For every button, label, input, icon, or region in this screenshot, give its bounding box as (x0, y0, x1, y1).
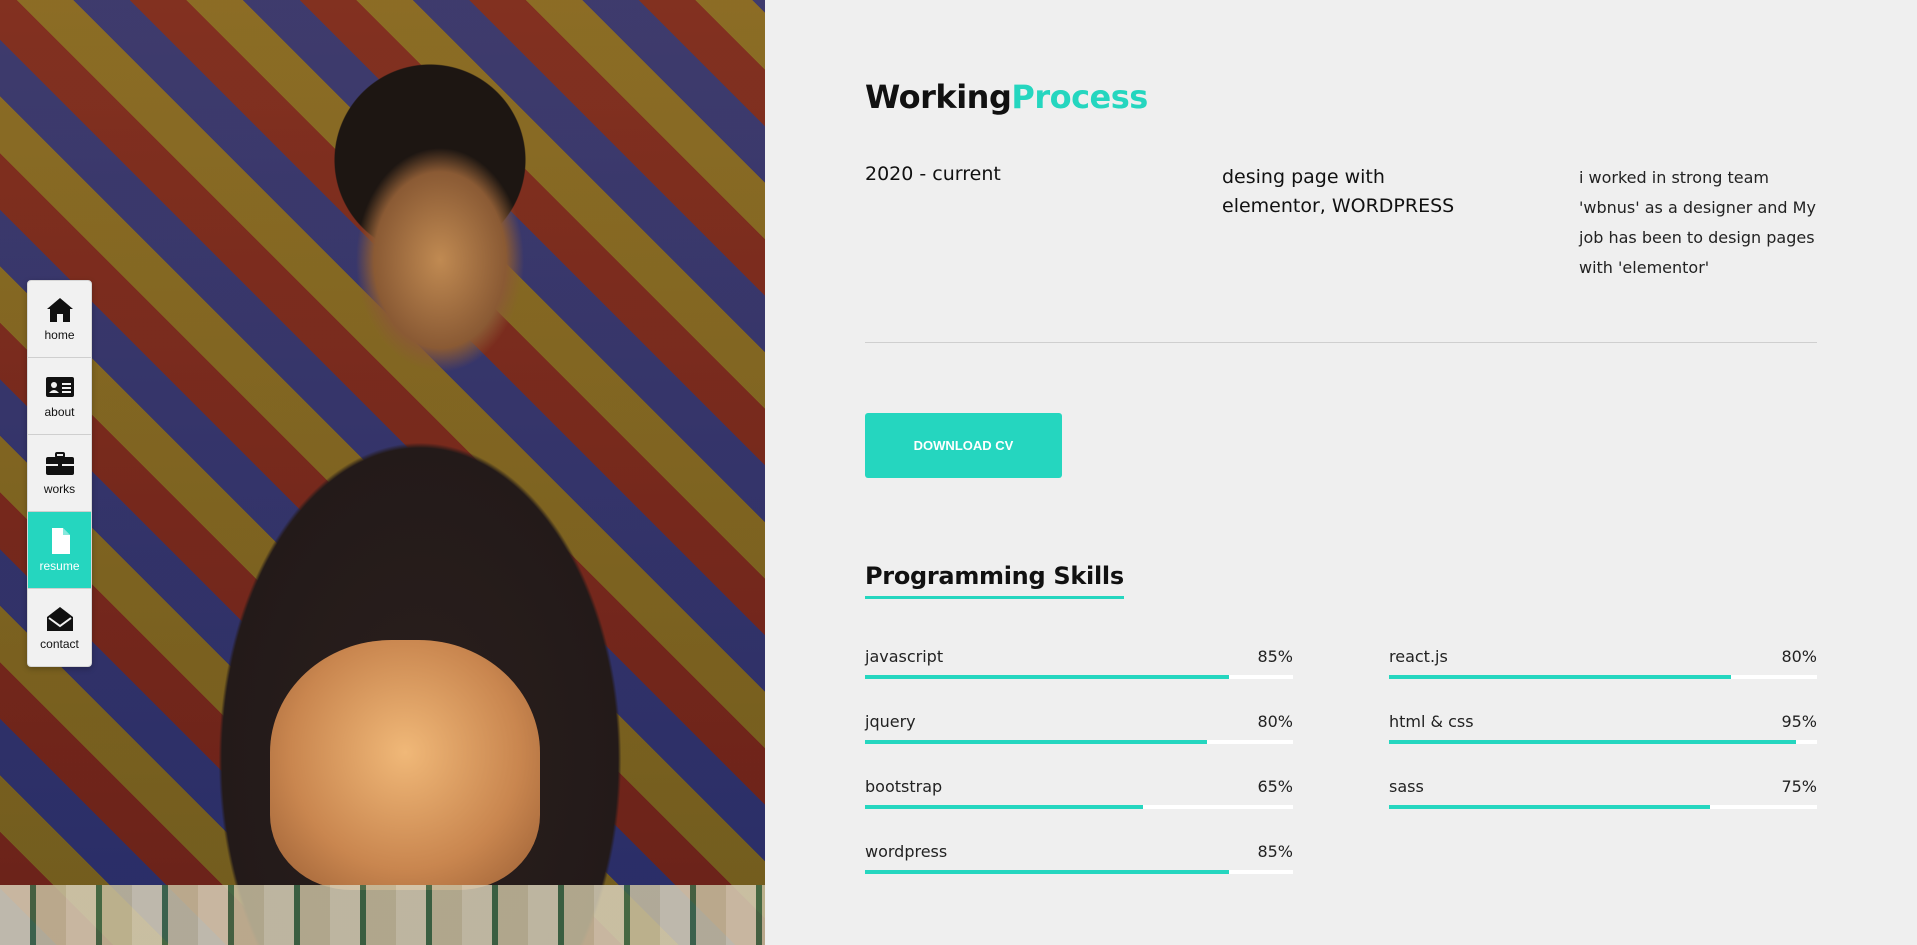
title-part-process: Process (1011, 78, 1148, 116)
skill-bar-track (1389, 675, 1817, 679)
nav-label-contact: contact (40, 636, 79, 651)
skill-name: react.js (1389, 647, 1448, 666)
skill-bar-track (865, 740, 1293, 744)
programming-skills-title: Programming Skills (865, 562, 1124, 599)
skill-name: jquery (865, 712, 916, 731)
id-card-icon (45, 377, 74, 397)
nav-item-works[interactable]: works (28, 435, 91, 512)
skill-bar-fill (1389, 805, 1710, 809)
envelope-open-icon (46, 606, 73, 631)
skill-percent: 80% (1257, 712, 1293, 731)
skill-bar-fill (1389, 740, 1796, 744)
skill-bar-fill (1389, 675, 1732, 679)
skill-jquery: jquery 80% (865, 712, 1293, 744)
skill-bar-track (865, 805, 1293, 809)
skill-wordpress: wordpress 85% (865, 842, 1293, 874)
side-nav: home about works resume contact (27, 280, 92, 667)
skill-reactjs: react.js 80% (1389, 647, 1817, 679)
nav-item-about[interactable]: about (28, 358, 91, 435)
file-icon (51, 528, 70, 554)
nav-label-works: works (43, 482, 76, 496)
section-divider (865, 342, 1817, 343)
resume-page: home about works resume contact WorkingP… (0, 0, 1917, 945)
skill-bar-fill (865, 740, 1208, 744)
skill-name: wordpress (865, 842, 948, 861)
skill-bar-fill (865, 870, 1229, 874)
skill-name: bootstrap (865, 777, 943, 796)
skill-sass: sass 75% (1389, 777, 1817, 809)
skill-name: javascript (865, 647, 944, 666)
nav-label-home: home (44, 328, 75, 342)
experience-role: desing page with elementor, WORDPRESS (1222, 166, 1455, 217)
skill-html-css: html & css 95% (1389, 712, 1817, 744)
skill-bar-fill (865, 805, 1144, 809)
profile-photo (0, 0, 765, 945)
skill-bar-track (865, 870, 1293, 874)
skill-percent: 80% (1781, 647, 1817, 666)
experience-date: 2020 - current (865, 163, 1001, 185)
skill-percent: 95% (1781, 712, 1817, 731)
home-icon (46, 298, 73, 322)
skill-name: html & css (1389, 712, 1474, 731)
skill-percent: 65% (1257, 777, 1293, 796)
briefcase-icon (45, 452, 74, 475)
skill-name: sass (1389, 777, 1424, 796)
working-process-title: WorkingProcess (865, 78, 1148, 116)
skill-bar-fill (865, 675, 1229, 679)
skill-bootstrap: bootstrap 65% (865, 777, 1293, 809)
skill-bar-track (1389, 805, 1817, 809)
title-part-working: Working (865, 78, 1012, 116)
nav-item-contact[interactable]: contact (28, 589, 91, 666)
nav-item-resume[interactable]: resume (28, 512, 91, 589)
nav-label-about: about (44, 405, 75, 419)
skill-bar-track (1389, 740, 1817, 744)
photo-hands-detail (270, 640, 540, 890)
skill-percent: 75% (1781, 777, 1817, 796)
skill-bar-track (865, 675, 1293, 679)
skill-percent: 85% (1257, 842, 1293, 861)
download-cv-button[interactable]: DOWNLOAD CV (865, 413, 1062, 478)
nav-label-resume: resume (39, 559, 80, 573)
skill-percent: 85% (1257, 647, 1293, 666)
experience-description: i worked in strong team 'wbnus' as a des… (1579, 168, 1816, 277)
skill-javascript: javascript 85% (865, 647, 1293, 679)
nav-item-home[interactable]: home (28, 281, 91, 358)
